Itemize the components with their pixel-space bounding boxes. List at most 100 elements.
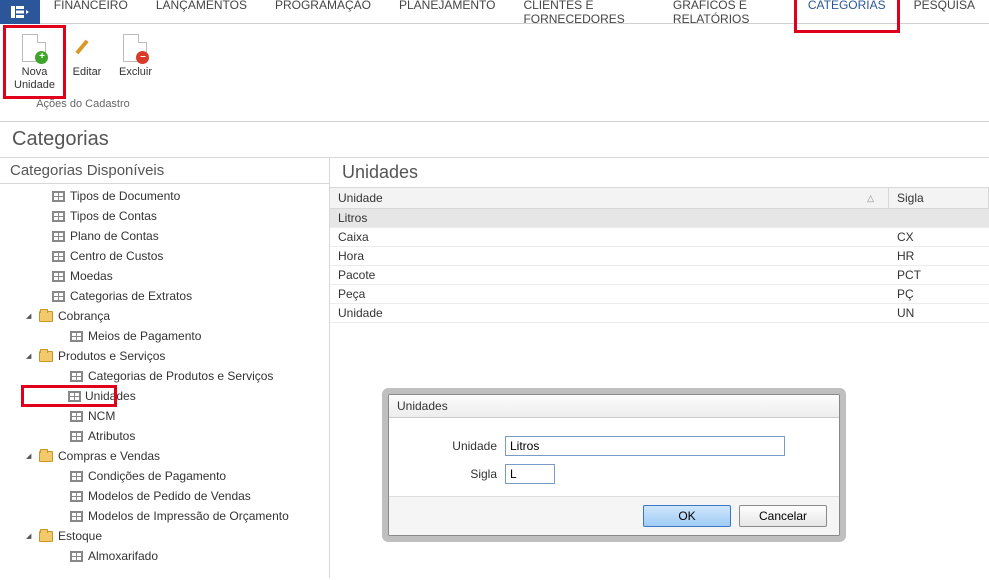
sort-asc-icon: △ bbox=[867, 193, 874, 204]
ok-button[interactable]: OK bbox=[643, 505, 731, 527]
tree-item-compras-e-vendas[interactable]: ◢ Compras e Vendas bbox=[0, 446, 329, 466]
tree-item-label: Centro de Custos bbox=[70, 249, 163, 263]
grid-icon bbox=[68, 469, 84, 483]
tree-item-plano-de-contas[interactable]: Plano de Contas bbox=[0, 226, 329, 246]
grid-icon bbox=[68, 489, 84, 503]
cell-unidade: Unidade bbox=[330, 304, 889, 322]
folder-icon bbox=[38, 449, 54, 463]
table-body: LitrosCaixaCXHoraHRPacotePCTPeçaPÇUnidad… bbox=[330, 209, 989, 323]
tree-item-label: NCM bbox=[88, 409, 115, 423]
tree-item-label: Modelos de Impressão de Orçamento bbox=[88, 509, 289, 523]
cell-sigla: PÇ bbox=[889, 285, 989, 303]
input-unidade[interactable] bbox=[505, 436, 785, 456]
ribbon-group-cadastro: + Nova Unidade Editar – Excluir Ações do… bbox=[6, 28, 160, 110]
tree-item-ncm[interactable]: NCM bbox=[0, 406, 329, 426]
folder-icon bbox=[38, 309, 54, 323]
cell-unidade: Caixa bbox=[330, 228, 889, 246]
chevron-down-icon[interactable]: ◢ bbox=[26, 312, 38, 320]
tree-item-categorias-de-produtos-e-servi-os[interactable]: Categorias de Produtos e Serviços bbox=[0, 366, 329, 386]
table-row[interactable]: PacotePCT bbox=[330, 266, 989, 285]
chevron-down-icon[interactable]: ◢ bbox=[26, 532, 38, 540]
tree-item-label: Almoxarifado bbox=[88, 549, 158, 563]
menu-item-clientes-e-fornecedores[interactable]: CLIENTES E FORNECEDORES bbox=[509, 0, 658, 30]
tree-item-meios-de-pagamento[interactable]: Meios de Pagamento bbox=[0, 326, 329, 346]
cell-unidade: Pacote bbox=[330, 266, 889, 284]
grid-icon bbox=[68, 509, 84, 523]
tree-item-label: Condições de Pagamento bbox=[88, 469, 226, 483]
cell-sigla: CX bbox=[889, 228, 989, 246]
tree-item-label: Tipos de Contas bbox=[70, 209, 157, 223]
page-title: Categorias bbox=[0, 122, 989, 158]
nova-unidade-label: Nova Unidade bbox=[14, 66, 55, 92]
tree-item-almoxarifado[interactable]: Almoxarifado bbox=[0, 546, 329, 566]
tree-item-label: Plano de Contas bbox=[70, 229, 159, 243]
menu-item-lan-amentos[interactable]: LANÇAMENTOS bbox=[142, 0, 261, 30]
tree-item-modelos-de-impress-o-de-or-amento[interactable]: Modelos de Impressão de Orçamento bbox=[0, 506, 329, 526]
grid-icon bbox=[50, 189, 66, 203]
table-row[interactable]: UnidadeUN bbox=[330, 304, 989, 323]
tree-item-label: Estoque bbox=[58, 529, 102, 543]
editar-button[interactable]: Editar bbox=[63, 28, 111, 96]
table-row[interactable]: Litros bbox=[330, 209, 989, 228]
tree-item-label: Moedas bbox=[70, 269, 113, 283]
category-tree: Tipos de Documento Tipos de Contas Plano d… bbox=[0, 184, 329, 578]
tree-item-atributos[interactable]: Atributos bbox=[0, 426, 329, 446]
menu-item-planejamento[interactable]: PLANEJAMENTO bbox=[385, 0, 509, 30]
tree-item-label: Compras e Vendas bbox=[58, 449, 160, 463]
table-row[interactable]: CaixaCX bbox=[330, 228, 989, 247]
menu-item-programa-o[interactable]: PROGRAMAÇÃO bbox=[261, 0, 385, 30]
chevron-down-icon[interactable]: ◢ bbox=[26, 352, 38, 360]
tree-item-tipos-de-contas[interactable]: Tipos de Contas bbox=[0, 206, 329, 226]
tree-item-estoque[interactable]: ◢ Estoque bbox=[0, 526, 329, 546]
col-header-unidade[interactable]: Unidade △ bbox=[330, 188, 889, 208]
tree-item-label: Cobrança bbox=[58, 309, 110, 323]
tree-item-condi-es-de-pagamento[interactable]: Condições de Pagamento bbox=[0, 466, 329, 486]
form-row-sigla: Sigla bbox=[405, 464, 823, 484]
table-row[interactable]: HoraHR bbox=[330, 247, 989, 266]
excluir-button[interactable]: – Excluir bbox=[111, 28, 160, 96]
label-sigla: Sigla bbox=[405, 467, 505, 481]
col-header-sigla-label: Sigla bbox=[897, 191, 924, 205]
input-sigla[interactable] bbox=[505, 464, 555, 484]
folder-icon bbox=[38, 349, 54, 363]
editar-label: Editar bbox=[73, 66, 102, 79]
app-menu-icon[interactable] bbox=[0, 0, 40, 24]
folder-icon bbox=[38, 529, 54, 543]
tree-item-label: Categorias de Extratos bbox=[70, 289, 192, 303]
table-row[interactable]: PeçaPÇ bbox=[330, 285, 989, 304]
grid-icon bbox=[50, 249, 66, 263]
nova-unidade-button[interactable]: + Nova Unidade bbox=[3, 25, 66, 99]
tree-item-produtos-e-servi-os[interactable]: ◢Produtos e Serviços bbox=[0, 346, 329, 366]
tree-item-moedas[interactable]: Moedas bbox=[0, 266, 329, 286]
grid-icon bbox=[50, 229, 66, 243]
main-header: Unidades bbox=[330, 158, 989, 188]
cell-unidade: Hora bbox=[330, 247, 889, 265]
menu-item-categorias[interactable]: CATEGORIAS bbox=[794, 0, 900, 33]
sidebar-header: Categorias Disponíveis bbox=[0, 158, 329, 184]
tree-item-tipos-de-documento[interactable]: Tipos de Documento bbox=[0, 186, 329, 206]
grid-icon bbox=[68, 369, 84, 383]
tree-item-categorias-de-extratos[interactable]: Categorias de Extratos bbox=[0, 286, 329, 306]
dialog-footer: OK Cancelar bbox=[389, 496, 839, 535]
cancel-button[interactable]: Cancelar bbox=[739, 505, 827, 527]
grid-icon bbox=[50, 269, 66, 283]
tree-item-centro-de-custos[interactable]: Centro de Custos bbox=[0, 246, 329, 266]
grid-icon bbox=[50, 209, 66, 223]
grid-icon bbox=[68, 389, 81, 403]
chevron-down-icon[interactable]: ◢ bbox=[26, 452, 38, 460]
col-header-sigla[interactable]: Sigla bbox=[889, 188, 989, 208]
grid-icon bbox=[68, 549, 84, 563]
tree-item-cobran-a[interactable]: ◢ Cobrança bbox=[0, 306, 329, 326]
cell-sigla: PCT bbox=[889, 266, 989, 284]
menu-item-pesquisa[interactable]: PESQUISA bbox=[900, 0, 989, 30]
tree-item-unidades[interactable]: Unidades bbox=[22, 386, 116, 406]
menu-item-gr-ficos-e-relat-rios[interactable]: GRÁFICOS E RELATÓRIOS bbox=[659, 0, 794, 30]
tree-item-label: Categorias de Produtos e Serviços bbox=[88, 369, 273, 383]
cell-sigla: HR bbox=[889, 247, 989, 265]
grid-icon bbox=[68, 409, 84, 423]
document-minus-icon: – bbox=[119, 32, 151, 64]
cell-sigla: UN bbox=[889, 304, 989, 322]
tree-item-modelos-de-pedido-de-vendas[interactable]: Modelos de Pedido de Vendas bbox=[0, 486, 329, 506]
document-plus-icon: + bbox=[18, 32, 50, 64]
excluir-label: Excluir bbox=[119, 66, 152, 79]
